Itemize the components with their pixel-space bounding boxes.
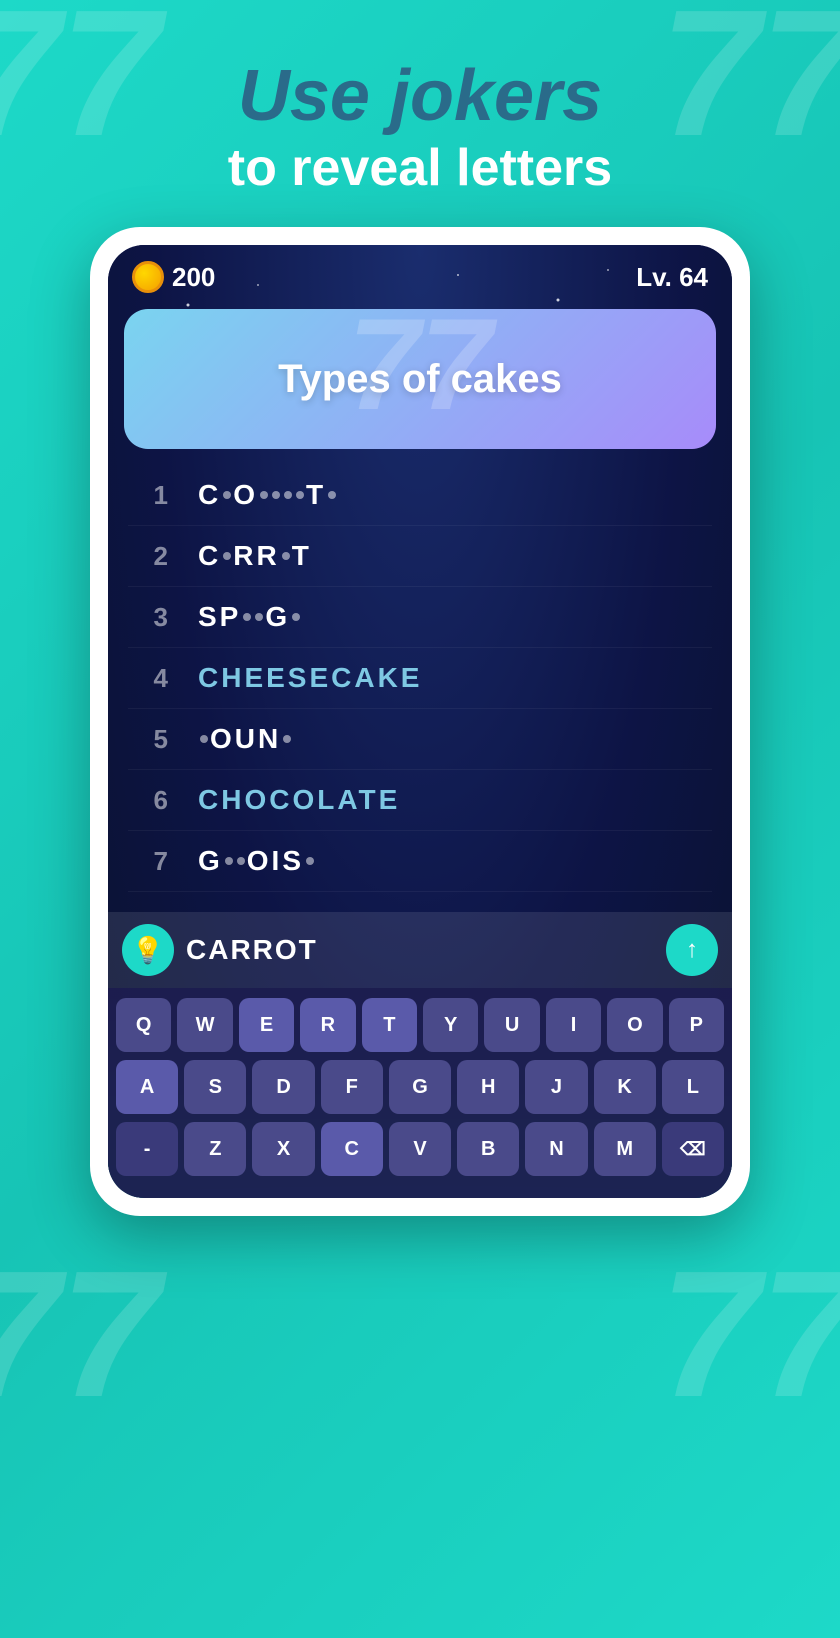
key-x[interactable]: X: [252, 1122, 314, 1176]
key-dash[interactable]: -: [116, 1122, 178, 1176]
key-k[interactable]: K: [594, 1060, 656, 1114]
key-c[interactable]: C: [321, 1122, 383, 1176]
key-t[interactable]: T: [362, 998, 417, 1052]
key-z[interactable]: Z: [184, 1122, 246, 1176]
header-title: Use jokers: [0, 60, 840, 132]
word-row-1: 1 COT: [128, 465, 712, 526]
key-n[interactable]: N: [525, 1122, 587, 1176]
key-i[interactable]: I: [546, 998, 601, 1052]
word-number-3: 3: [128, 602, 168, 633]
key-p[interactable]: P: [669, 998, 724, 1052]
key-s[interactable]: S: [184, 1060, 246, 1114]
word-pattern-6: CHOCOLATE: [198, 784, 400, 816]
key-l[interactable]: L: [662, 1060, 724, 1114]
word-number-1: 1: [128, 480, 168, 511]
word-pattern-4: CHEESECAKE: [198, 662, 422, 694]
coin-display: 200: [132, 261, 215, 293]
key-j[interactable]: J: [525, 1060, 587, 1114]
key-g[interactable]: G: [389, 1060, 451, 1114]
word-pattern-5: OUN: [198, 723, 293, 755]
key-r[interactable]: R: [300, 998, 355, 1052]
header: Use jokers to reveal letters: [0, 0, 840, 197]
submit-button[interactable]: ↑: [666, 924, 718, 976]
word-pattern-1: COT: [198, 479, 338, 511]
keyboard-row-3: - Z X C V B N M ⌫: [116, 1122, 724, 1176]
key-backspace[interactable]: ⌫: [662, 1122, 724, 1176]
word-number-7: 7: [128, 846, 168, 877]
submit-icon: ↑: [686, 936, 698, 964]
bg-letter-4: 77: [660, 1231, 840, 1438]
hint-icon: 💡: [132, 935, 164, 966]
word-pattern-7: GOIS: [198, 845, 316, 877]
key-f[interactable]: F: [321, 1060, 383, 1114]
word-number-5: 5: [128, 724, 168, 755]
key-q[interactable]: Q: [116, 998, 171, 1052]
word-row-5: 5 OUN: [128, 709, 712, 770]
category-title: Types of cakes: [278, 357, 562, 402]
keyboard-row-2: A S D F G H J K L: [116, 1060, 724, 1114]
bg-letter-3: 77: [0, 1231, 160, 1438]
key-d[interactable]: D: [252, 1060, 314, 1114]
topbar: 200 Lv. 64: [108, 245, 732, 301]
word-row-6: 6 CHOCOLATE: [128, 770, 712, 831]
word-row-3: 3 SPG: [128, 587, 712, 648]
key-v[interactable]: V: [389, 1122, 451, 1176]
key-w[interactable]: W: [177, 998, 232, 1052]
word-number-6: 6: [128, 785, 168, 816]
key-o[interactable]: O: [607, 998, 662, 1052]
key-u[interactable]: U: [484, 998, 539, 1052]
keyboard-row-1: Q W E R T Y U I O P: [116, 998, 724, 1052]
word-pattern-3: SPG: [198, 601, 302, 633]
key-y[interactable]: Y: [423, 998, 478, 1052]
word-row-2: 2 CRRT: [128, 526, 712, 587]
key-b[interactable]: B: [457, 1122, 519, 1176]
word-list: 1 COT 2 CRRT 3 SPG 4 CHEESECAKE 5 OUN 6: [108, 465, 732, 912]
coin-icon: [132, 261, 164, 293]
coin-amount: 200: [172, 262, 215, 293]
word-pattern-2: CRRT: [198, 540, 312, 572]
category-card: 77 Types of cakes: [124, 309, 716, 449]
input-area: 💡 ↑: [108, 912, 732, 988]
phone-mockup: 200 Lv. 64 77 Types of cakes 1 COT 2 CRR…: [90, 227, 750, 1216]
word-row-7: 7 GOIS: [128, 831, 712, 892]
key-m[interactable]: M: [594, 1122, 656, 1176]
phone-screen: 200 Lv. 64 77 Types of cakes 1 COT 2 CRR…: [108, 245, 732, 1198]
header-subtitle: to reveal letters: [0, 140, 840, 197]
word-row-4: 4 CHEESECAKE: [128, 648, 712, 709]
word-number-2: 2: [128, 541, 168, 572]
level-indicator: Lv. 64: [636, 262, 708, 293]
hint-button[interactable]: 💡: [122, 924, 174, 976]
word-number-4: 4: [128, 663, 168, 694]
key-h[interactable]: H: [457, 1060, 519, 1114]
key-a[interactable]: A: [116, 1060, 178, 1114]
word-input[interactable]: [186, 934, 654, 966]
keyboard: Q W E R T Y U I O P A S D F G H J K: [108, 988, 732, 1198]
key-e[interactable]: E: [239, 998, 294, 1052]
